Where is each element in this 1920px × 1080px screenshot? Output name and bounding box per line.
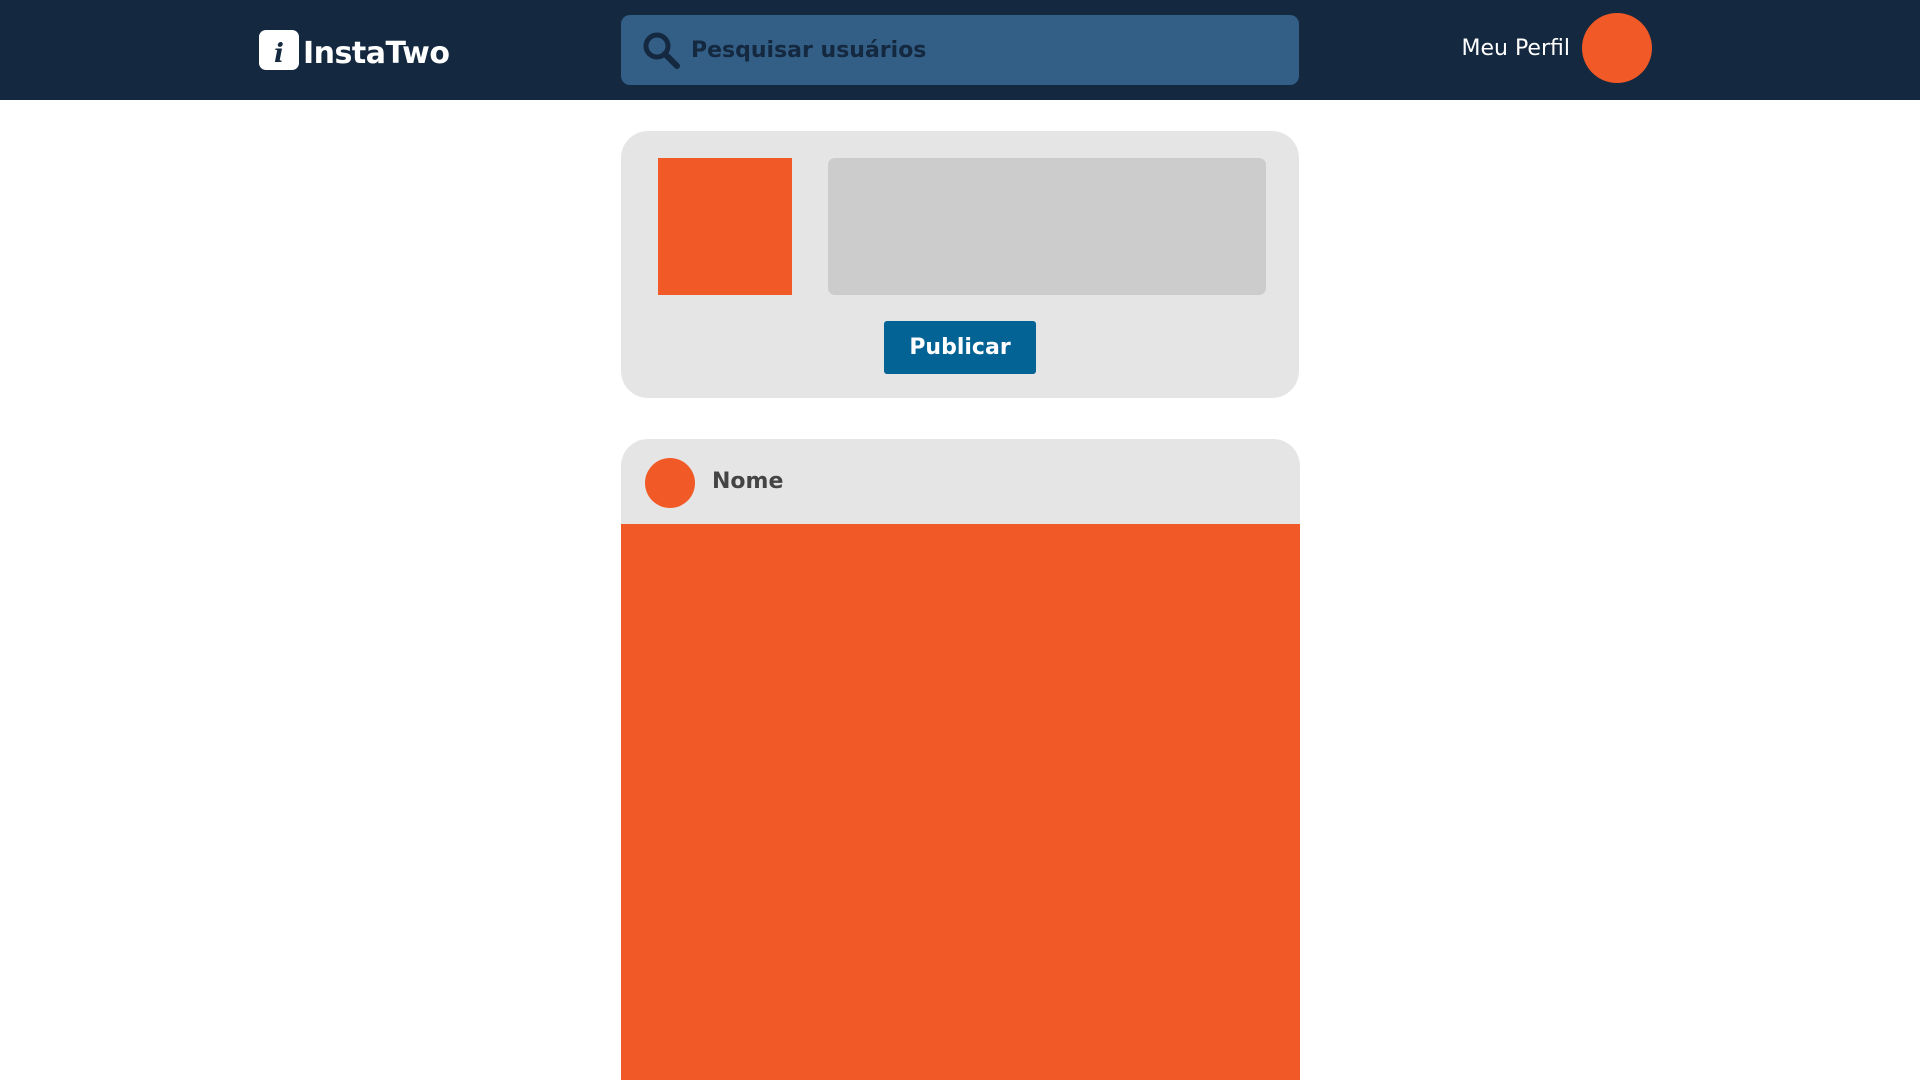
feed-post: Nome <box>621 439 1300 1080</box>
my-profile-link[interactable]: Meu Perfil <box>1461 13 1652 83</box>
post-composer: Publicar <box>621 131 1299 398</box>
app-logo[interactable]: i InstaTwo <box>259 30 450 71</box>
post-image[interactable] <box>621 524 1300 1080</box>
search-bar[interactable] <box>621 15 1299 85</box>
post-author-name[interactable]: Nome <box>712 469 783 494</box>
post-caption-input[interactable] <box>828 158 1266 295</box>
avatar[interactable] <box>1582 13 1652 83</box>
image-upload-preview[interactable] <box>658 158 792 295</box>
top-navbar: i InstaTwo Meu Perfil <box>0 0 1920 100</box>
logo-icon: i <box>259 30 299 70</box>
profile-label: Meu Perfil <box>1461 35 1571 61</box>
publish-button[interactable]: Publicar <box>884 321 1036 374</box>
post-header: Nome <box>621 439 1300 524</box>
app-name: InstaTwo <box>303 35 450 71</box>
post-author-avatar[interactable] <box>645 458 695 508</box>
search-icon <box>643 32 680 69</box>
search-input[interactable] <box>691 37 1251 63</box>
